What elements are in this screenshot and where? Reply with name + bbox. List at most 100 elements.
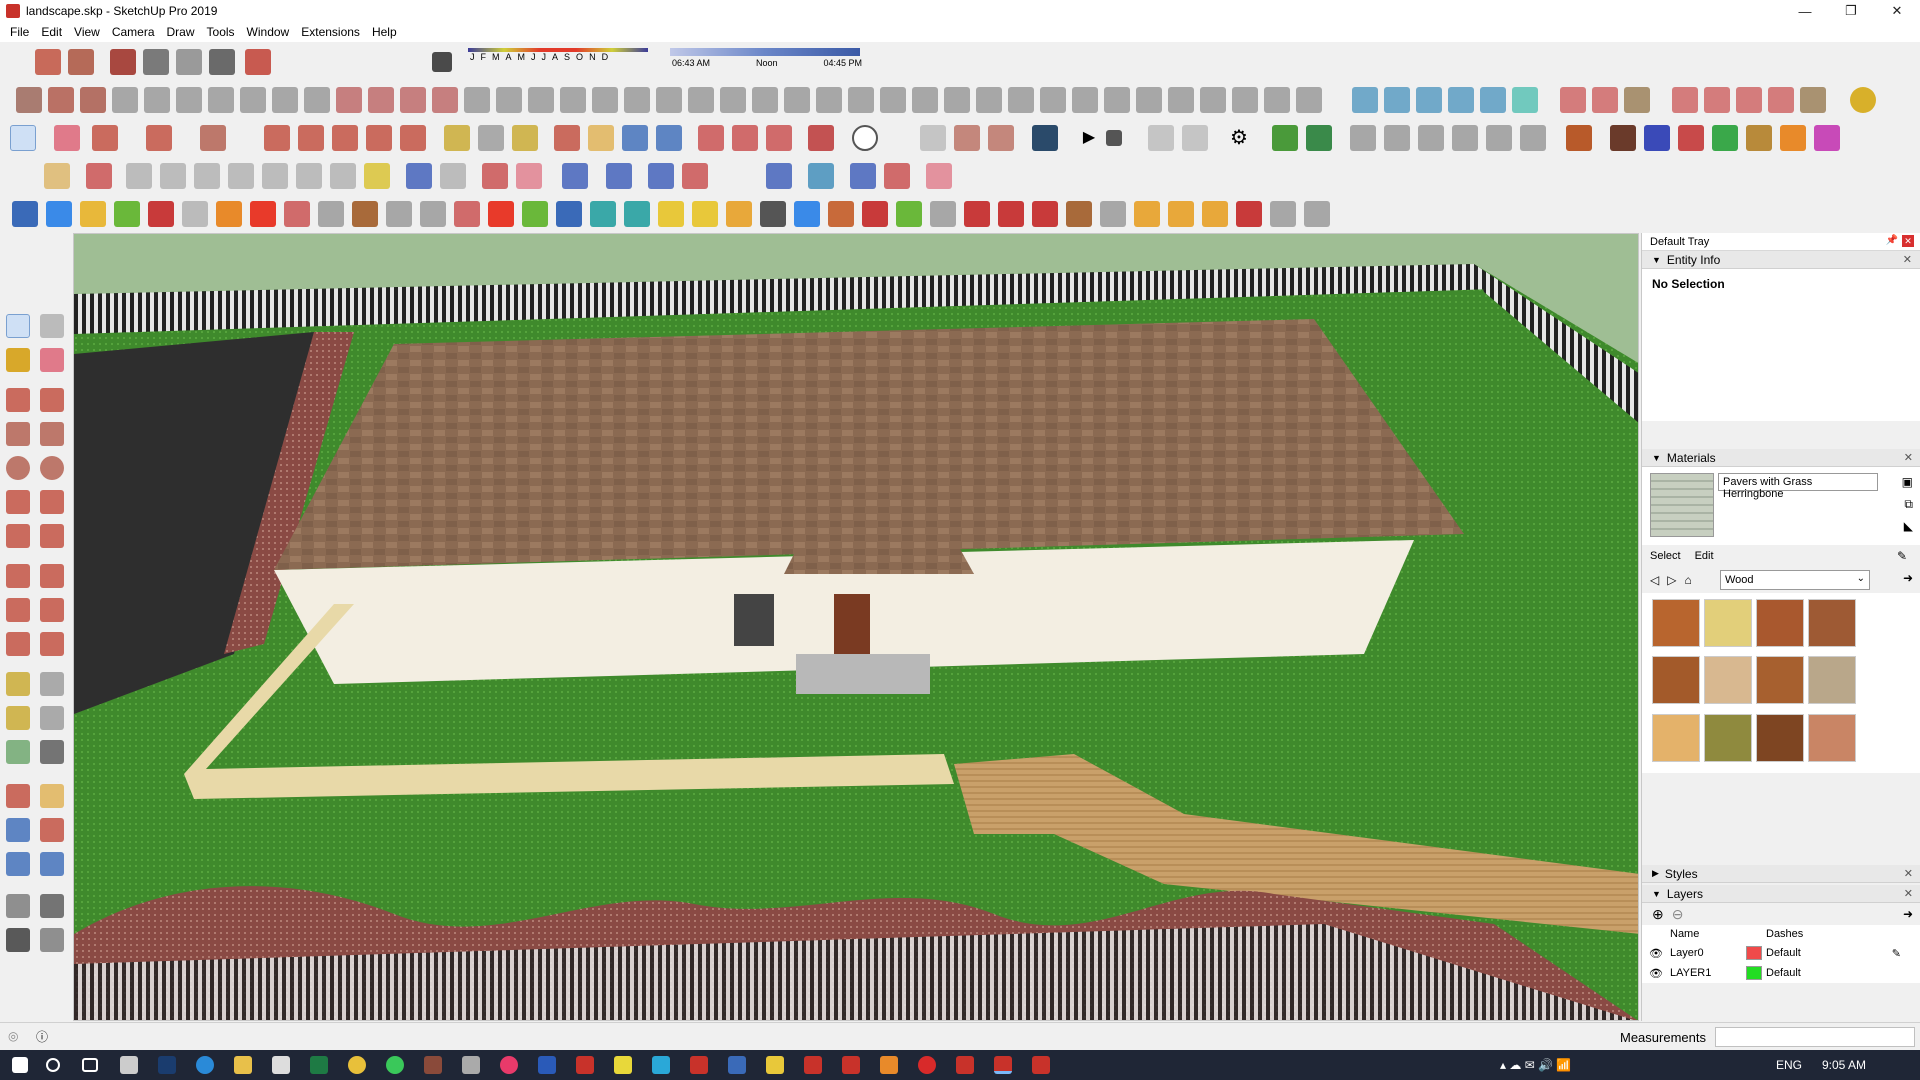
redo-icon[interactable] — [884, 163, 910, 189]
extension-tool-icon[interactable] — [176, 87, 202, 113]
extension-tool-icon[interactable] — [228, 163, 254, 189]
extension-tool-icon[interactable] — [496, 87, 522, 113]
circle-tool-icon[interactable] — [6, 456, 30, 480]
extension-tool-icon[interactable] — [1768, 87, 1794, 113]
extension-tool-icon[interactable] — [318, 201, 344, 227]
eyedropper-icon[interactable]: ✎ — [1897, 549, 1907, 563]
extension-tool-icon[interactable] — [658, 201, 684, 227]
opera-icon[interactable] — [918, 1056, 936, 1074]
offset-tool-icon[interactable] — [80, 87, 106, 113]
gear-icon[interactable]: ⚙ — [1226, 125, 1252, 151]
select-tool-icon[interactable] — [6, 314, 30, 338]
extension-tool-icon[interactable] — [1168, 201, 1194, 227]
extension-tool-icon[interactable] — [592, 87, 618, 113]
extension-tool-icon[interactable] — [284, 201, 310, 227]
extension-tool-icon[interactable] — [1560, 87, 1586, 113]
status-icon[interactable]: ◎ — [8, 1029, 18, 1043]
extension-tool-icon[interactable] — [1270, 201, 1296, 227]
material-swatch[interactable] — [1704, 599, 1752, 647]
look-around-icon[interactable] — [40, 894, 64, 918]
extension-tool-icon[interactable] — [944, 87, 970, 113]
extension-tool-icon[interactable] — [368, 87, 394, 113]
file-explorer-icon[interactable] — [234, 1056, 252, 1074]
model-viewport[interactable] — [73, 233, 1639, 1021]
extension-tool-icon[interactable] — [182, 201, 208, 227]
extension-tool-icon[interactable] — [656, 87, 682, 113]
layer-color-swatch[interactable] — [1746, 966, 1762, 980]
follow-me-tool-icon[interactable] — [40, 598, 64, 622]
eraser-tool-icon[interactable] — [54, 125, 80, 151]
extension-tool-icon[interactable] — [766, 163, 792, 189]
entity-info-header[interactable]: ▼ Entity Info ✕ — [1642, 251, 1920, 269]
axes-tool-icon[interactable] — [6, 740, 30, 764]
extension-tool-icon[interactable] — [1200, 87, 1226, 113]
close-icon[interactable]: ✕ — [1903, 253, 1912, 266]
perspective-icon[interactable] — [245, 49, 271, 75]
extension-tool-icon[interactable] — [1232, 87, 1258, 113]
extension-tool-icon[interactable] — [250, 201, 276, 227]
lumion-icon[interactable] — [1032, 125, 1058, 151]
extension-tool-icon[interactable] — [896, 201, 922, 227]
extension-tool-icon[interactable] — [976, 87, 1002, 113]
display-secondary-icon[interactable]: ▣ — [1902, 475, 1913, 489]
extension-tool-icon[interactable] — [1264, 87, 1290, 113]
arc-tool-icon[interactable] — [6, 490, 30, 514]
windows-start-icon[interactable] — [12, 1057, 28, 1073]
menu-help[interactable]: Help — [366, 25, 403, 39]
iso-view-icon[interactable] — [35, 49, 61, 75]
app-icon[interactable] — [652, 1056, 670, 1074]
back-view-icon[interactable] — [176, 49, 202, 75]
zoom-extents-tool-icon[interactable] — [656, 125, 682, 151]
position-camera-icon[interactable] — [6, 894, 30, 918]
extension-tool-icon[interactable] — [930, 201, 956, 227]
whatsapp-icon[interactable] — [386, 1056, 404, 1074]
eye-icon[interactable]: 👁 — [1642, 947, 1670, 960]
pan-tool-icon[interactable] — [588, 125, 614, 151]
extension-tool-icon[interactable] — [1384, 87, 1410, 113]
text-tool-icon[interactable] — [40, 706, 64, 730]
left-view-icon[interactable] — [209, 49, 235, 75]
remove-layer-icon[interactable]: ⊖ — [1672, 906, 1684, 923]
close-icon[interactable]: ✕ — [1904, 451, 1913, 464]
extension-tool-icon[interactable] — [954, 125, 980, 151]
extension-tool-icon[interactable] — [208, 87, 234, 113]
eye-icon[interactable]: 👁 — [1642, 967, 1670, 980]
component-tool-icon[interactable] — [40, 314, 64, 338]
extension-tool-icon[interactable] — [1592, 87, 1618, 113]
extension-tool-icon[interactable] — [1452, 125, 1478, 151]
extension-tool-icon[interactable] — [1182, 125, 1208, 151]
menu-draw[interactable]: Draw — [161, 25, 201, 39]
extension-tool-icon[interactable] — [1040, 87, 1066, 113]
zoom-tool-icon[interactable] — [6, 818, 30, 842]
back-arrow-icon[interactable]: ◁ — [1650, 573, 1659, 587]
layout-icon[interactable] — [766, 125, 792, 151]
column-name[interactable]: Name — [1670, 928, 1766, 940]
extension-tool-icon[interactable] — [114, 201, 140, 227]
minimize-button[interactable]: — — [1782, 0, 1828, 22]
chrome-icon[interactable] — [348, 1056, 366, 1074]
extension-tool-icon[interactable] — [46, 201, 72, 227]
extension-tool-icon[interactable] — [240, 87, 266, 113]
maximize-button[interactable]: ❐ — [1828, 0, 1874, 22]
pin-icon[interactable]: 📌 — [1886, 235, 1898, 246]
extension-tool-icon[interactable] — [262, 163, 288, 189]
menu-extensions[interactable]: Extensions — [295, 25, 366, 39]
paint-bucket-tool-icon[interactable] — [6, 348, 30, 372]
account-icon[interactable] — [852, 125, 878, 151]
material-swatch[interactable] — [1704, 656, 1752, 705]
extension-tool-icon[interactable] — [1448, 87, 1474, 113]
extension-tool-icon[interactable] — [86, 163, 112, 189]
extension-tool-icon[interactable] — [988, 125, 1014, 151]
extension-tool-icon[interactable] — [336, 87, 362, 113]
home-icon[interactable]: ⌂ — [1684, 573, 1691, 587]
extension-tool-icon[interactable] — [272, 87, 298, 113]
close-icon[interactable]: ✕ — [1904, 887, 1913, 900]
menu-view[interactable]: View — [68, 25, 106, 39]
material-swatch[interactable] — [1808, 599, 1856, 647]
menu-window[interactable]: Window — [241, 25, 296, 39]
extension-tool-icon[interactable] — [1202, 201, 1228, 227]
previous-view-icon[interactable] — [40, 852, 64, 876]
create-material-icon[interactable]: ⧉ — [1904, 497, 1913, 512]
undo-icon[interactable] — [850, 163, 876, 189]
extension-tool-icon[interactable] — [784, 87, 810, 113]
